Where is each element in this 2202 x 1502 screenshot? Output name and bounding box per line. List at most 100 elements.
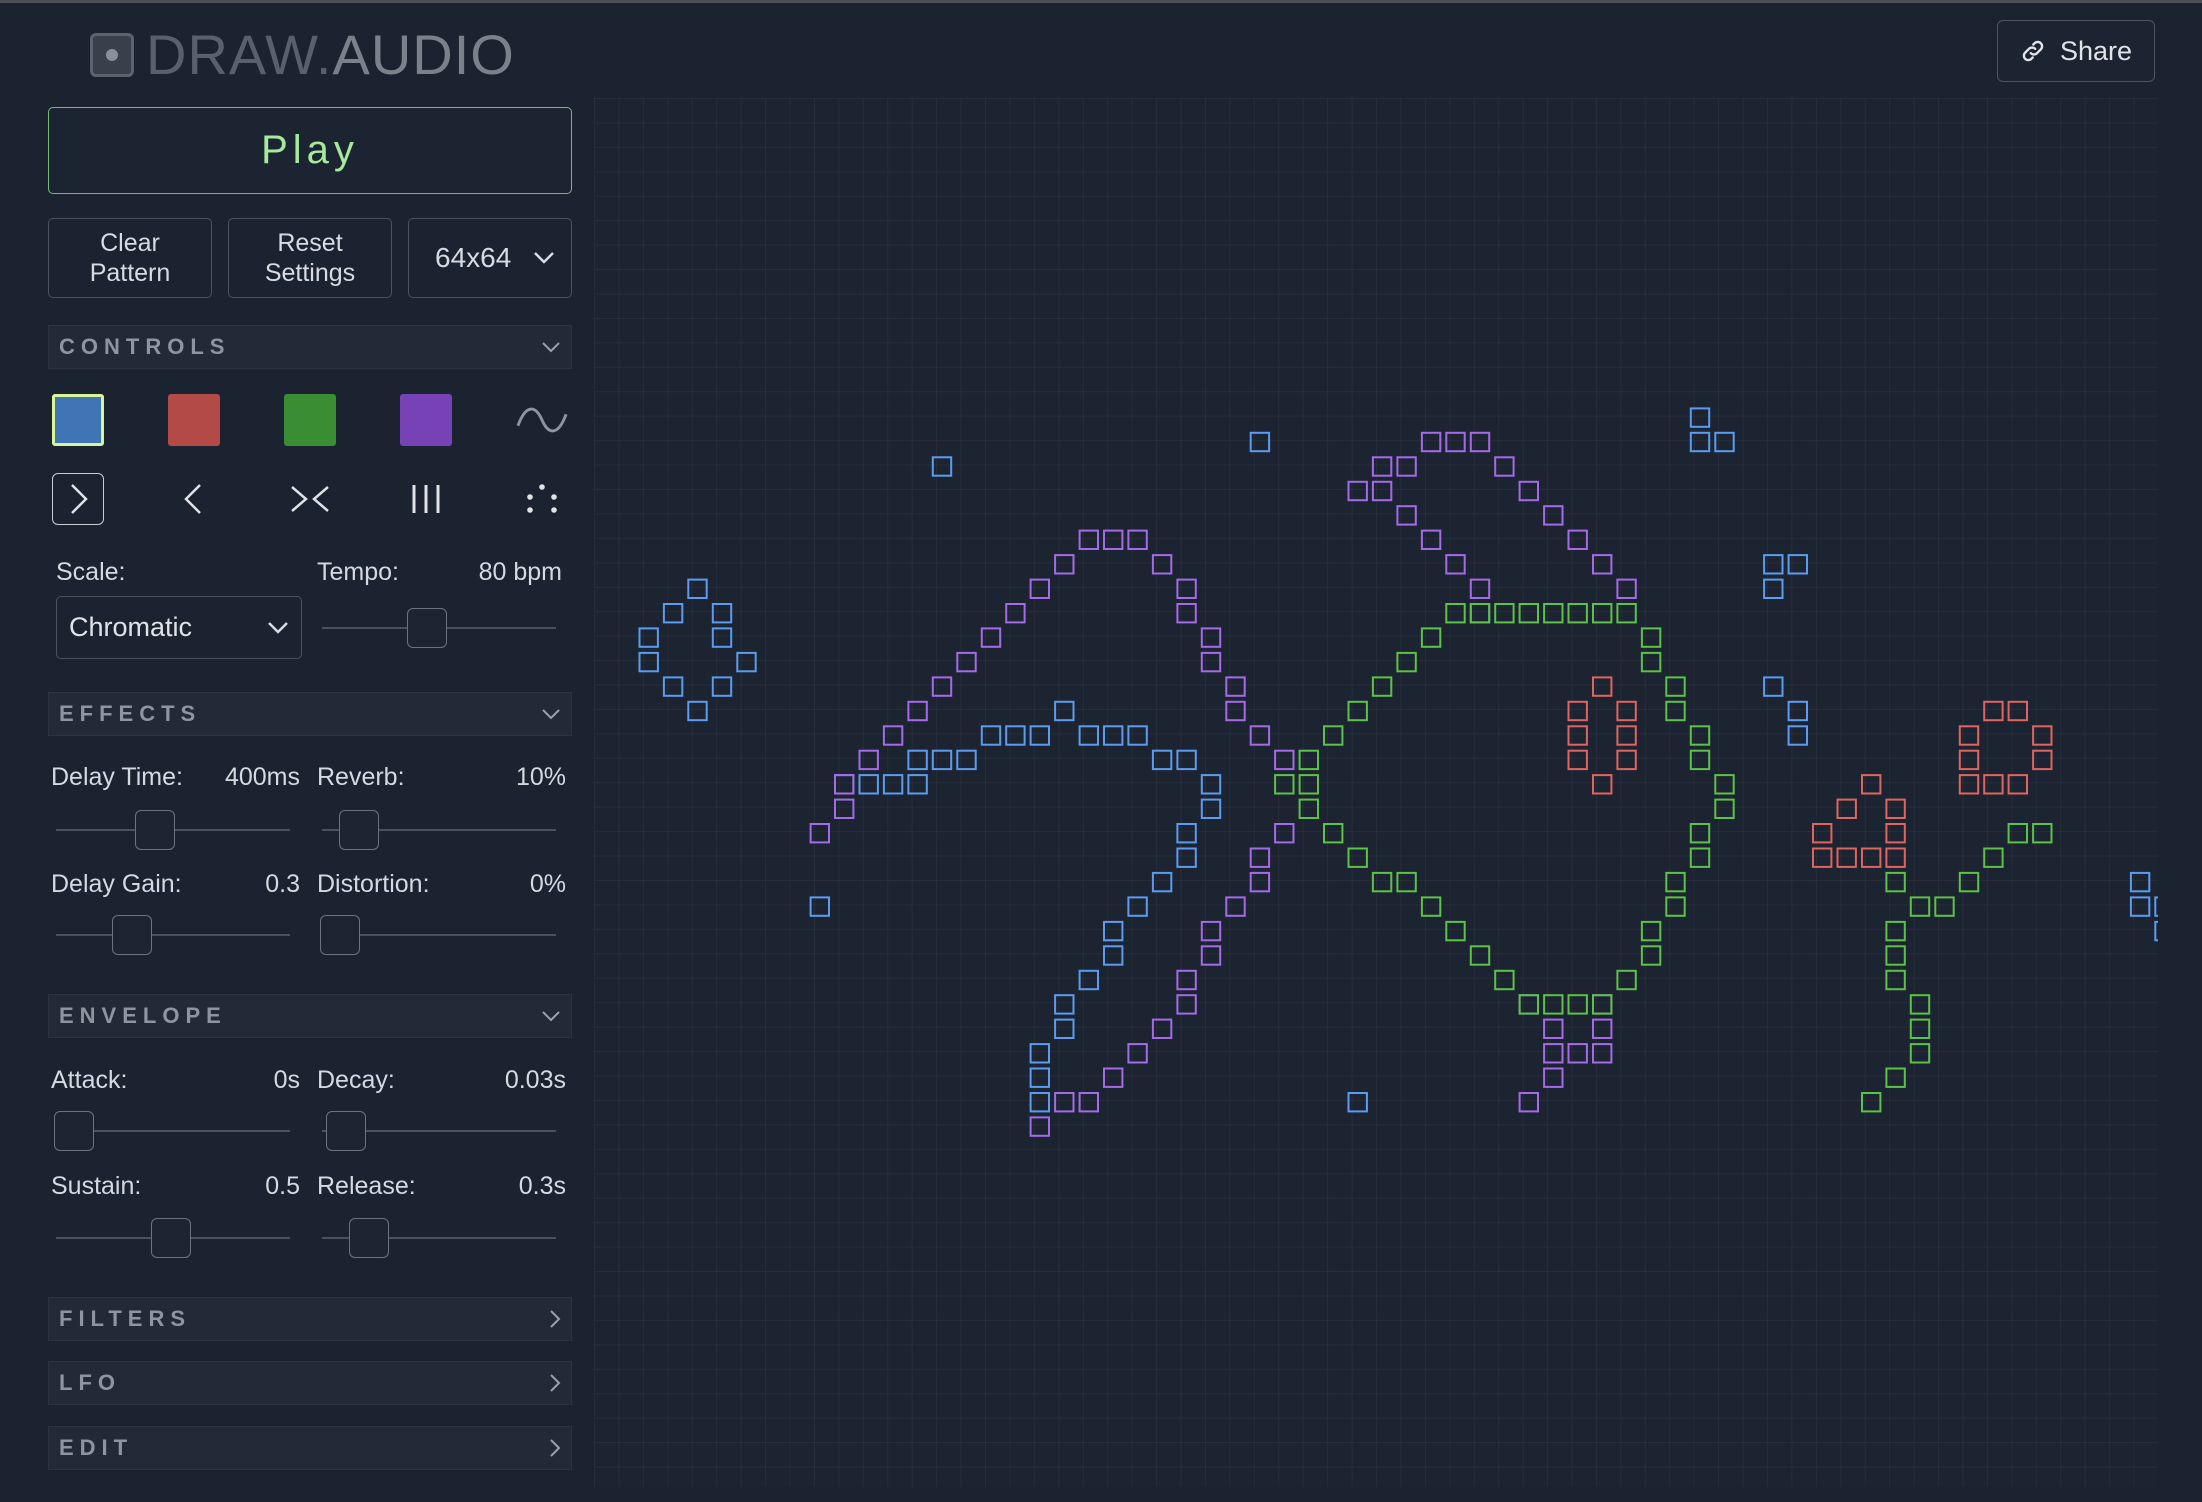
note-cell-purple[interactable]	[1469, 603, 1491, 624]
note-cell-blue[interactable]	[711, 603, 733, 624]
note-cell-green[interactable]	[1909, 1018, 1931, 1039]
note-cell-purple[interactable]	[907, 700, 928, 722]
note-cell-blue[interactable]	[687, 700, 708, 722]
note-cell-purple[interactable]	[1225, 896, 1246, 917]
note-cell-blue[interactable]	[931, 749, 953, 771]
note-cell-green[interactable]	[1518, 603, 1539, 624]
release-slider[interactable]	[349, 1218, 390, 1258]
reset-settings-button[interactable]: Reset Settings	[228, 218, 392, 298]
note-cell-purple[interactable]	[1616, 578, 1637, 600]
note-cell-purple[interactable]	[1420, 529, 1442, 551]
note-cell-purple[interactable]	[1176, 603, 1197, 624]
controls-section-header[interactable]: CONTROLS	[48, 325, 572, 369]
note-cell-blue[interactable]	[638, 627, 659, 648]
note-cell-red[interactable]	[1567, 725, 1588, 746]
note-cell-blue[interactable]	[980, 725, 1002, 746]
note-cell-green[interactable]	[1983, 847, 2004, 868]
note-cell-blue[interactable]	[1200, 798, 1222, 819]
note-cell-purple[interactable]	[1127, 1043, 1148, 1064]
filters-section-header[interactable]: FILTERS	[48, 1297, 572, 1341]
note-cell-purple[interactable]	[1029, 1116, 1051, 1137]
note-cell-green[interactable]	[1371, 871, 1393, 893]
note-cell-green[interactable]	[1885, 969, 1906, 991]
note-cell-blue[interactable]	[1714, 431, 1735, 453]
note-cell-green[interactable]	[1518, 994, 1539, 1015]
note-cell-purple[interactable]	[1249, 871, 1271, 893]
play-button[interactable]: Play	[48, 107, 572, 194]
note-cell-green[interactable]	[1396, 871, 1417, 893]
note-cell-green[interactable]	[1469, 945, 1491, 966]
lfo-section-header[interactable]: LFO	[48, 1361, 572, 1405]
note-cell-purple[interactable]	[1420, 431, 1442, 453]
note-cell-blue[interactable]	[2154, 920, 2158, 942]
note-cell-blue[interactable]	[1249, 431, 1271, 453]
note-cell-blue[interactable]	[1176, 847, 1197, 868]
note-cell-green[interactable]	[1909, 1043, 1931, 1064]
reverb-slider[interactable]	[339, 810, 380, 850]
note-cell-purple[interactable]	[1592, 1043, 1613, 1064]
note-cell-blue[interactable]	[1347, 1092, 1368, 1113]
note-cell-blue[interactable]	[1029, 1043, 1051, 1064]
play-forward-icon[interactable]	[52, 473, 104, 525]
note-cell-green[interactable]	[1543, 603, 1564, 624]
note-cell-red[interactable]	[1958, 774, 1980, 795]
note-cell-green[interactable]	[1445, 920, 1466, 942]
note-cell-purple[interactable]	[956, 651, 977, 673]
note-cell-purple[interactable]	[1445, 431, 1466, 453]
note-cell-purple[interactable]	[1469, 431, 1491, 453]
note-cell-blue[interactable]	[1054, 700, 1075, 722]
note-cell-red[interactable]	[1958, 725, 1980, 746]
note-cell-blue[interactable]	[662, 603, 684, 624]
note-cell-purple[interactable]	[1225, 676, 1246, 697]
note-cell-green[interactable]	[1714, 774, 1735, 795]
note-cell-blue[interactable]	[907, 774, 928, 795]
note-cell-red[interactable]	[1885, 798, 1906, 819]
note-cell-blue[interactable]	[1151, 749, 1173, 771]
note-cell-purple[interactable]	[1396, 456, 1417, 477]
note-cell-green[interactable]	[1665, 700, 1686, 722]
note-cell-purple[interactable]	[1249, 725, 1271, 746]
note-cell-green[interactable]	[1640, 945, 1662, 966]
attack-slider[interactable]	[54, 1111, 94, 1151]
note-cell-red[interactable]	[1592, 774, 1613, 795]
note-cell-green[interactable]	[1347, 700, 1368, 722]
note-cell-purple[interactable]	[1274, 749, 1295, 771]
note-cell-blue[interactable]	[882, 774, 904, 795]
note-cell-purple[interactable]	[1200, 627, 1222, 648]
note-cell-purple[interactable]	[1518, 994, 1539, 1015]
note-cell-red[interactable]	[1836, 798, 1857, 819]
note-cell-blue[interactable]	[834, 774, 855, 795]
note-cell-blue[interactable]	[1103, 945, 1124, 966]
note-cell-red[interactable]	[2007, 774, 2028, 795]
note-cell-purple[interactable]	[1225, 700, 1246, 722]
note-cell-green[interactable]	[1885, 1067, 1906, 1088]
note-cell-purple[interactable]	[1200, 920, 1222, 942]
note-cell-blue[interactable]	[1029, 1092, 1051, 1113]
note-cell-green[interactable]	[1567, 603, 1588, 624]
note-cell-red[interactable]	[1885, 847, 1906, 868]
note-cell-purple[interactable]	[1054, 1092, 1075, 1113]
note-cell-green[interactable]	[1469, 603, 1491, 624]
note-cell-purple[interactable]	[1200, 651, 1222, 673]
note-cell-purple[interactable]	[1176, 578, 1197, 600]
distortion-slider[interactable]	[320, 915, 360, 955]
note-cell-green[interactable]	[1640, 627, 1662, 648]
note-cell-blue[interactable]	[1054, 994, 1075, 1015]
note-cell-red[interactable]	[2007, 700, 2028, 722]
note-cell-purple[interactable]	[1592, 554, 1613, 575]
note-cell-green[interactable]	[1347, 847, 1368, 868]
note-cell-green[interactable]	[1592, 994, 1613, 1015]
note-cell-purple[interactable]	[858, 749, 879, 771]
note-cell-blue[interactable]	[1787, 700, 1808, 722]
note-cell-red[interactable]	[1616, 749, 1637, 771]
note-cell-green[interactable]	[1298, 798, 1319, 819]
note-cell-blue[interactable]	[956, 749, 977, 771]
play-columns-icon[interactable]	[400, 473, 452, 525]
note-cell-green[interactable]	[1861, 1092, 1882, 1113]
note-cell-green[interactable]	[1543, 994, 1564, 1015]
note-cell-blue[interactable]	[1763, 676, 1784, 697]
note-cell-green[interactable]	[1592, 603, 1613, 624]
note-cell-blue[interactable]	[1763, 554, 1784, 575]
note-cell-green[interactable]	[1665, 896, 1686, 917]
note-cell-green[interactable]	[1885, 945, 1906, 966]
